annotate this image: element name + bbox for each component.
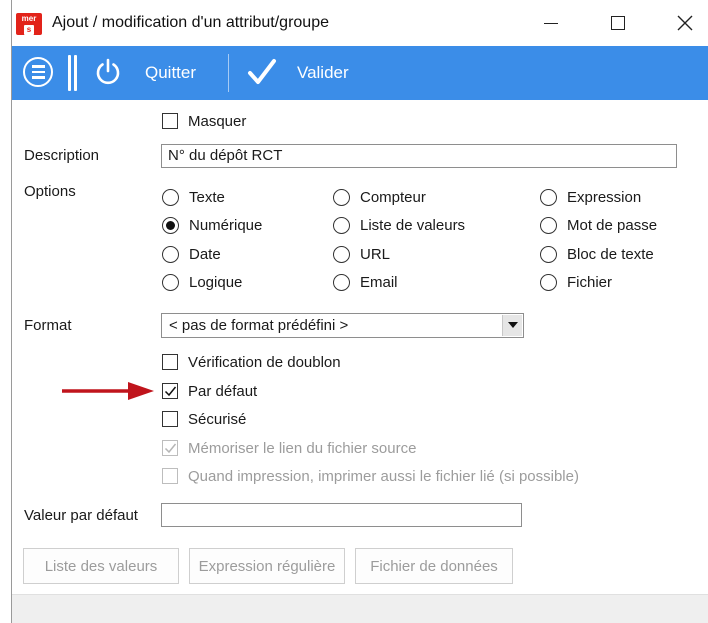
radio-label-numerique: Numérique — [189, 217, 263, 234]
impression-label: Quand impression, imprimer aussi le fich… — [188, 468, 579, 485]
doublon-checkbox[interactable] — [162, 354, 178, 370]
radio-label-date: Date — [189, 246, 221, 263]
maximize-icon — [611, 16, 625, 30]
doublon-label: Vérification de doublon — [188, 354, 341, 371]
radio-numerique[interactable] — [162, 217, 179, 234]
toolbar: Quitter Valider — [12, 46, 708, 100]
validate-button[interactable]: Valider — [297, 63, 349, 83]
format-label: Format — [24, 317, 72, 334]
maximize-button[interactable] — [592, 0, 644, 46]
radio-logique[interactable] — [162, 274, 179, 291]
par-defaut-label: Par défaut — [188, 383, 258, 400]
radio-email[interactable] — [333, 274, 350, 291]
radio-label-liste-de-valeurs: Liste de valeurs — [360, 217, 466, 234]
options-label: Options — [24, 183, 76, 200]
impression-checkbox — [162, 468, 178, 484]
radio-label-url: URL — [360, 246, 391, 263]
masquer-checkbox[interactable] — [162, 113, 178, 129]
minimize-icon — [544, 22, 558, 24]
format-select-value: < pas de format prédéfini > — [169, 317, 349, 334]
minimize-button[interactable] — [525, 0, 577, 46]
status-bar — [12, 594, 708, 623]
radio-label-texte: Texte — [189, 189, 225, 206]
par-defaut-checkbox[interactable] — [162, 383, 178, 399]
default-value-label: Valeur par défaut — [24, 507, 138, 524]
radio-label-fichier: Fichier — [567, 274, 613, 291]
window-title: Ajout / modification d'un attribut/group… — [52, 14, 329, 31]
radio-liste-de-valeurs[interactable] — [333, 217, 350, 234]
radio-compteur[interactable] — [333, 189, 350, 206]
radio-expression[interactable] — [540, 189, 557, 206]
liste-des-valeurs-button[interactable]: Liste des valeurs — [23, 548, 179, 584]
memoriser-lien-label: Mémoriser le lien du fichier source — [188, 440, 417, 457]
masquer-label: Masquer — [188, 113, 247, 130]
radio-label-bloc-de-texte: Bloc de texte — [567, 246, 654, 263]
title-bar: mer s Ajout / modification d'un attribut… — [12, 0, 708, 46]
radio-label-compteur: Compteur — [360, 189, 426, 206]
checkmark-icon — [164, 443, 177, 454]
logo-text-top: mer — [21, 14, 37, 23]
description-label: Description — [24, 147, 100, 164]
menu-icon[interactable] — [23, 57, 53, 87]
toolbar-separator — [68, 55, 78, 91]
quit-button[interactable]: Quitter — [145, 63, 196, 83]
description-input[interactable]: N° du dépôt RCT — [161, 144, 677, 168]
fichier-de-donnees-button[interactable]: Fichier de données — [355, 548, 513, 584]
radio-label-email: Email — [360, 274, 398, 291]
app-logo: mer s — [16, 13, 42, 35]
securise-label: Sécurisé — [188, 411, 247, 428]
radio-fichier[interactable] — [540, 274, 557, 291]
memoriser-lien-checkbox — [162, 440, 178, 456]
annotation-arrow-icon — [62, 382, 154, 400]
chevron-down-icon[interactable] — [502, 315, 522, 336]
radio-label-mot-de-passe: Mot de passe — [567, 217, 658, 234]
radio-url[interactable] — [333, 246, 350, 263]
radio-bloc-de-texte[interactable] — [540, 246, 557, 263]
close-icon — [677, 15, 693, 31]
close-button[interactable] — [659, 0, 708, 46]
logo-text-bottom: s — [24, 25, 34, 35]
radio-label-logique: Logique — [189, 274, 243, 291]
format-select[interactable]: < pas de format prédéfini > — [161, 313, 524, 338]
checkmark-icon[interactable] — [247, 58, 277, 86]
expression-reguliere-button[interactable]: Expression régulière — [189, 548, 345, 584]
radio-mot-de-passe[interactable] — [540, 217, 557, 234]
dialog-window: mer s Ajout / modification d'un attribut… — [11, 0, 708, 623]
radio-label-expression: Expression — [567, 189, 642, 206]
securise-checkbox[interactable] — [162, 411, 178, 427]
checkmark-icon — [164, 386, 177, 397]
toolbar-separator — [228, 54, 229, 92]
default-value-input[interactable] — [161, 503, 522, 527]
radio-date[interactable] — [162, 246, 179, 263]
radio-texte[interactable] — [162, 189, 179, 206]
power-icon[interactable] — [94, 58, 122, 86]
